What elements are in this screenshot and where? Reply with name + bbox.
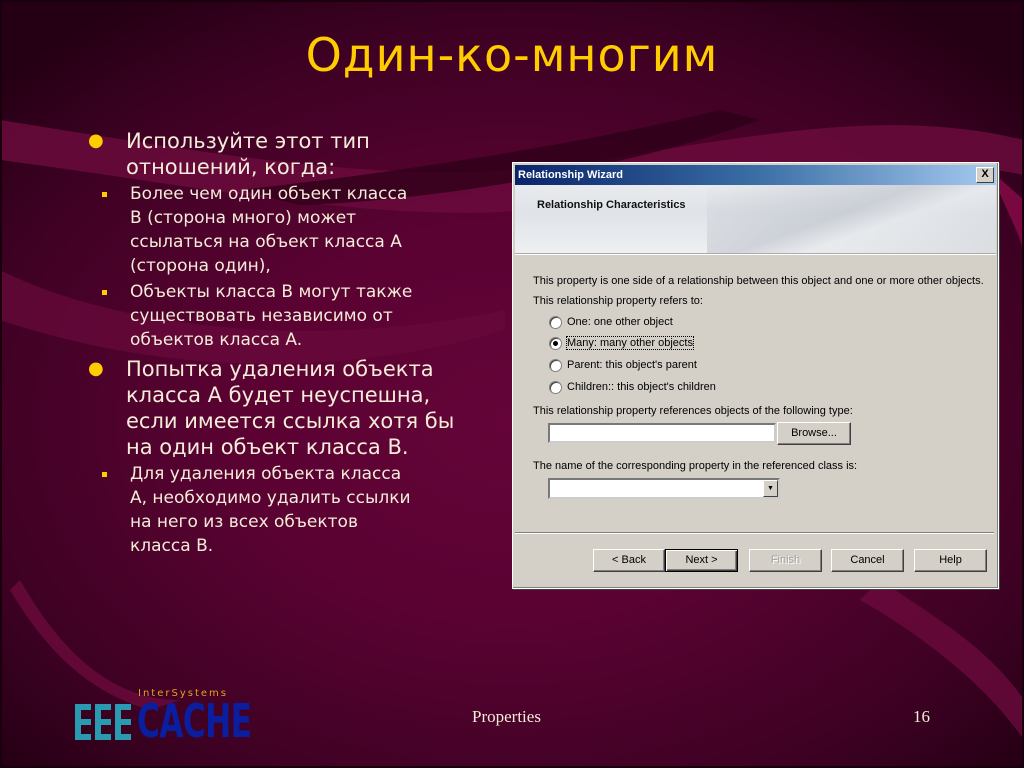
sub-bullet-text: Более чем один объект класса B (сторона … [130, 184, 408, 276]
bullet-text: Используйте этот тип отношений, когда: [126, 129, 370, 179]
radio-one[interactable]: One: one other object [549, 315, 673, 329]
square-bullet-icon [102, 472, 107, 477]
bullet-1: ● Используйте этот тип отношений, когда: [86, 128, 506, 180]
sub-bullet-text: Для удаления объекта класса A, необходим… [130, 464, 411, 556]
sub-bullet-text: Объекты класса B могут также существоват… [130, 282, 413, 350]
radio-button[interactable] [549, 315, 562, 329]
cancel-button[interactable]: Cancel [831, 549, 904, 572]
dialog-title: Relationship Wizard [518, 169, 624, 181]
bullet-dot-icon: ● [88, 358, 104, 379]
referenced-type-input[interactable] [548, 423, 776, 443]
wizard-header: Relationship Characteristics [515, 185, 996, 255]
header-decoration [707, 185, 996, 253]
slide-content: ● Используйте этот тип отношений, когда:… [86, 128, 506, 560]
radio-many[interactable]: Many: many other objects [549, 336, 694, 350]
close-button[interactable]: X [976, 167, 994, 183]
close-icon: X [981, 168, 989, 180]
wizard-step-title: Relationship Characteristics [537, 199, 686, 211]
back-button[interactable]: < Back [593, 549, 665, 572]
square-bullet-icon [102, 290, 107, 295]
page-number: 16 [913, 707, 930, 726]
radio-button[interactable] [549, 380, 562, 394]
property-label: The name of the corresponding property i… [533, 460, 858, 472]
help-button[interactable]: Help [914, 549, 987, 572]
slide-title: Один-ко-многим [305, 28, 719, 82]
intro-text: This property is one side of a relations… [533, 275, 984, 287]
finish-button[interactable]: Finish [749, 549, 822, 572]
square-bullet-icon [102, 192, 107, 197]
browse-button[interactable]: Browse... [777, 422, 851, 445]
logo-product: CACHE [137, 694, 252, 748]
radio-button[interactable] [549, 358, 562, 372]
radio-label[interactable]: Children:: this object's children [567, 381, 716, 393]
bullet-text: Попытка удаления объекта класса A будет … [126, 357, 455, 459]
next-button[interactable]: Next > [665, 549, 738, 572]
footer-text: Properties [472, 707, 541, 726]
dropdown-arrow-icon[interactable]: ▼ [763, 480, 778, 497]
sub-bullet-2-1: Для удаления объекта класса A, необходим… [46, 462, 506, 558]
logo-mark-icon [75, 704, 131, 740]
radio-label[interactable]: One: one other object [567, 316, 673, 328]
sub-bullet-1-2: Объекты класса B могут также существоват… [46, 280, 506, 352]
relationship-wizard-dialog: Relationship Wizard X Relationship Chara… [512, 162, 999, 589]
type-label: This relationship property references ob… [533, 405, 853, 417]
radio-label[interactable]: Many: many other objects [566, 336, 694, 350]
dialog-titlebar[interactable]: Relationship Wizard X [515, 165, 996, 185]
bullet-2: ● Попытка удаления объекта класса A буде… [86, 356, 506, 460]
button-separator [515, 532, 994, 534]
bullet-dot-icon: ● [88, 130, 104, 151]
radio-children[interactable]: Children:: this object's children [549, 380, 716, 394]
radio-button-selected[interactable] [549, 336, 562, 350]
corresponding-property-select[interactable]: ▼ [548, 478, 780, 499]
refers-label: This relationship property refers to: [533, 295, 703, 307]
radio-parent[interactable]: Parent: this object's parent [549, 358, 697, 372]
sub-bullet-1-1: Более чем один объект класса B (сторона … [46, 182, 506, 278]
radio-label[interactable]: Parent: this object's parent [567, 359, 697, 371]
